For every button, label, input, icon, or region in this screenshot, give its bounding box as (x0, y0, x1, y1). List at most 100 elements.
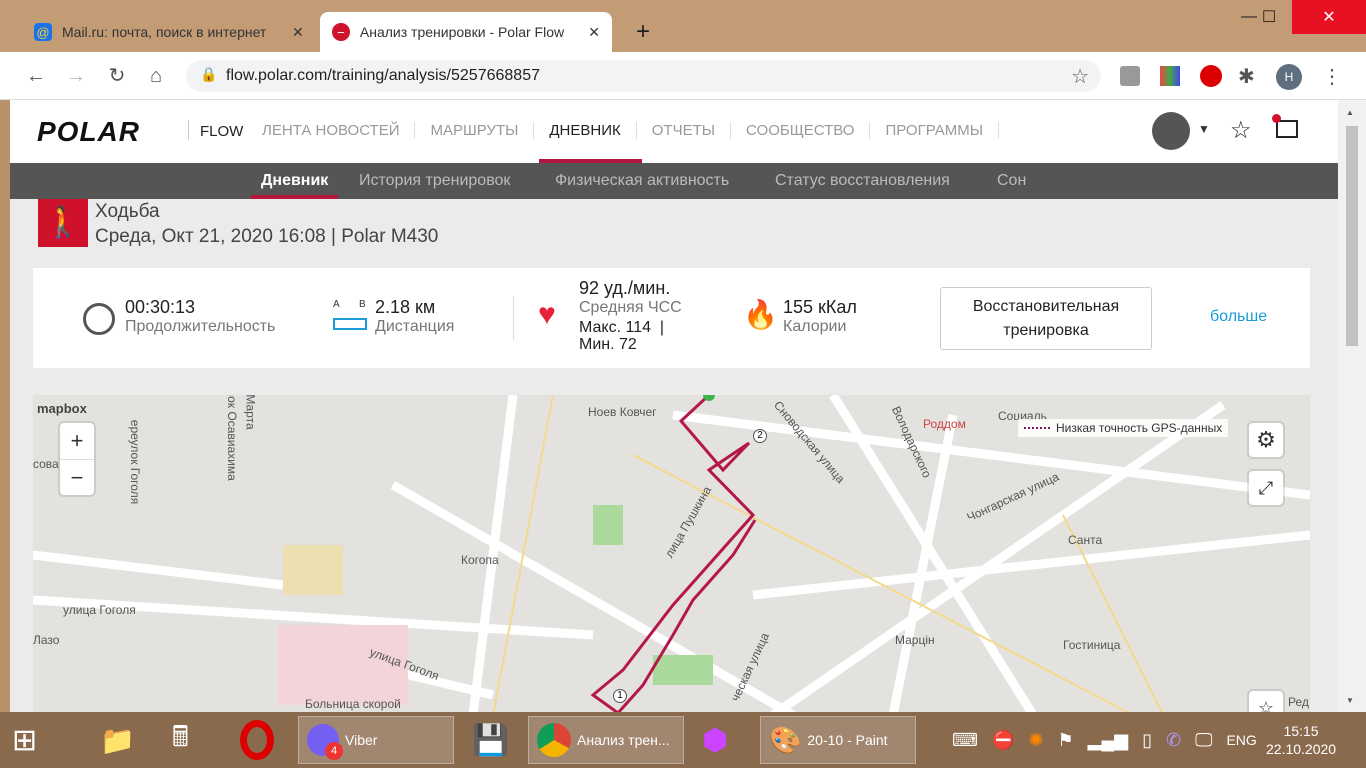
notifications-icon[interactable] (1272, 114, 1298, 138)
zoom-in-button[interactable]: + (71, 423, 84, 459)
flow-label: FLOW (200, 123, 244, 140)
nav-feed[interactable]: ЛЕНТА НОВОСТЕЙ (247, 122, 416, 139)
nav-diary[interactable]: ДНЕВНИК (534, 122, 637, 139)
address-toolbar: ← → ↻ ⌂ 🔒 flow.polar.com/training/analys… (0, 52, 1366, 100)
map-star-icon[interactable]: ☆ (1249, 691, 1283, 712)
favorites-star-icon[interactable]: ☆ (1230, 116, 1252, 145)
chevron-down-icon[interactable]: ▼ (1198, 122, 1210, 136)
user-avatar[interactable] (1152, 112, 1190, 150)
tab-mailru[interactable]: @ Mail.ru: почта, поиск в интернет ✕ (22, 12, 318, 52)
extension-icon[interactable] (1120, 66, 1140, 86)
polar-logo[interactable]: POLAR (37, 116, 140, 148)
close-tab-icon[interactable]: ✕ (588, 24, 600, 41)
close-window-button[interactable]: ✕ (1292, 0, 1366, 34)
distance-value: 2.18 км (375, 297, 436, 317)
reload-icon[interactable]: ↻ (105, 64, 129, 88)
browser-titlebar: @ Mail.ru: почта, поиск в интернет ✕ − А… (0, 0, 1366, 52)
sub-nav: Дневник История тренировок Физическая ак… (10, 163, 1338, 199)
subnav-history[interactable]: История тренировок (359, 163, 510, 199)
extensions-puzzle-icon[interactable]: ✱ (1238, 64, 1255, 89)
page-content: 🚶 Ходьба Среда, Окт 21, 2020 16:08 | Pol… (10, 199, 1338, 712)
hr-min: Мин. 72 (579, 336, 637, 353)
mapbox-logo[interactable]: mapbox (37, 401, 87, 416)
close-tab-icon[interactable]: ✕ (292, 24, 304, 41)
save-app-icon[interactable]: 💾 (472, 716, 509, 764)
fullscreen-icon[interactable]: ⤢ (1249, 471, 1283, 505)
signal-icon[interactable]: ▂▄▆ (1088, 730, 1128, 751)
calories-value: 155 кКал (783, 297, 857, 317)
zoom-out-button[interactable]: − (60, 459, 94, 495)
gem-app-icon[interactable]: ⬢ (702, 716, 728, 764)
back-icon[interactable]: ← (24, 64, 48, 88)
home-icon[interactable]: ⌂ (144, 64, 168, 88)
nav-programs[interactable]: ПРОГРАММЫ (870, 122, 999, 139)
windows-taskbar: ⊞ 📁 🖩 4 Viber 💾 Анализ трен... ⬢ 🎨 20-10… (0, 712, 1366, 768)
calculator-icon[interactable]: 🖩 (172, 716, 189, 764)
hr-label: Средняя ЧСС (579, 299, 682, 316)
subnav-recovery[interactable]: Статус восстановления (775, 163, 950, 199)
map-settings-gear-icon[interactable]: ⚙ (1249, 423, 1283, 457)
sport-name: Ходьба (95, 201, 160, 222)
battery-icon[interactable]: ▯ (1142, 730, 1152, 751)
ruler-icon (333, 318, 367, 330)
opera-icon[interactable] (240, 720, 274, 760)
map-label: Марцін (895, 633, 935, 647)
calories-label: Калории (783, 318, 847, 335)
duration-label: Продолжительность (125, 318, 276, 335)
subnav-activity[interactable]: Физическая активность (555, 163, 729, 199)
training-benefit-button[interactable]: Восстановительная тренировка (940, 287, 1152, 350)
low-gps-line-icon (1024, 427, 1050, 429)
stop-icon[interactable]: ⛔ (992, 730, 1014, 751)
map-label: Марта (243, 395, 258, 430)
clock[interactable]: 15:15 22.10.2020 (1266, 716, 1336, 764)
tab-polar[interactable]: − Анализ тренировки - Polar Flow ✕ (320, 12, 612, 52)
route-marker-1[interactable]: 1 (613, 689, 627, 703)
viber-icon: 4 (307, 724, 343, 760)
nav-routes[interactable]: МАРШРУТЫ (415, 122, 535, 139)
taskbar-viber[interactable]: 4 Viber (298, 716, 454, 764)
maximize-button[interactable]: ☐ (1246, 0, 1292, 34)
more-link[interactable]: больше (1210, 308, 1267, 326)
map-label: улица Гоголя (63, 603, 136, 617)
extension-icon[interactable] (1160, 66, 1180, 86)
map-label: Когопа (461, 553, 499, 567)
walking-icon: 🚶 (38, 199, 88, 247)
route-marker-2[interactable]: 2 (753, 429, 767, 443)
distance-b: B (359, 299, 366, 310)
scrollbar-thumb[interactable] (1346, 126, 1358, 346)
forward-icon[interactable]: → (64, 64, 88, 88)
new-tab-button[interactable]: + (636, 18, 650, 46)
chrome-icon (537, 723, 571, 757)
url-bar[interactable]: 🔒 flow.polar.com/training/analysis/52576… (186, 60, 1101, 92)
map-label: улок Осавиахима (224, 395, 239, 481)
display-icon[interactable]: 🖵 (1195, 730, 1212, 751)
start-windows-icon[interactable]: ⊞ (12, 716, 37, 764)
map-legend: Низкая точность GPS-данных (1018, 419, 1229, 437)
taskbar-paint[interactable]: 🎨 20-10 - Paint (760, 716, 916, 764)
heart-icon: ♥ (538, 298, 556, 331)
polar-header: POLAR FLOW ЛЕНТА НОВОСТЕЙ МАРШРУТЫ ДНЕВН… (10, 100, 1338, 163)
page-scrollbar[interactable]: ▲ ▼ (1338, 100, 1366, 712)
map-label: Санта (1068, 533, 1103, 547)
bookmark-star-icon[interactable]: ☆ (1071, 64, 1089, 89)
map-label: Роддом (923, 417, 966, 431)
summary-card: 00:30:13 Продолжительность A B 2.18 км Д… (33, 268, 1310, 368)
nav-reports[interactable]: ОТЧЕТЫ (637, 122, 732, 139)
taskbar-chrome[interactable]: Анализ трен... (528, 716, 684, 764)
viber-badge: 4 (325, 742, 343, 760)
file-explorer-icon[interactable]: 📁 (100, 716, 135, 764)
map-label: Ред (1288, 695, 1309, 709)
route-map[interactable]: Ноев Ковчег Роддом Социаль улок Осавиахи… (33, 395, 1310, 712)
subnav-sleep[interactable]: Сон (997, 163, 1026, 199)
avast-icon[interactable]: ✺ (1028, 730, 1043, 751)
menu-icon[interactable]: ⋮ (1322, 64, 1342, 89)
profile-avatar[interactable]: Н (1276, 64, 1302, 90)
map-label: Лазо (33, 633, 60, 647)
nav-community[interactable]: СООБЩЕСТВО (731, 122, 871, 139)
subnav-diary[interactable]: Дневник (251, 163, 339, 199)
language-indicator[interactable]: ENG (1226, 732, 1256, 748)
flag-icon[interactable]: ⚑ (1058, 730, 1074, 751)
keyboard-icon[interactable]: ⌨ (952, 730, 978, 751)
viber-tray-icon[interactable]: ✆ (1166, 730, 1181, 751)
adblock-icon[interactable] (1200, 65, 1222, 87)
